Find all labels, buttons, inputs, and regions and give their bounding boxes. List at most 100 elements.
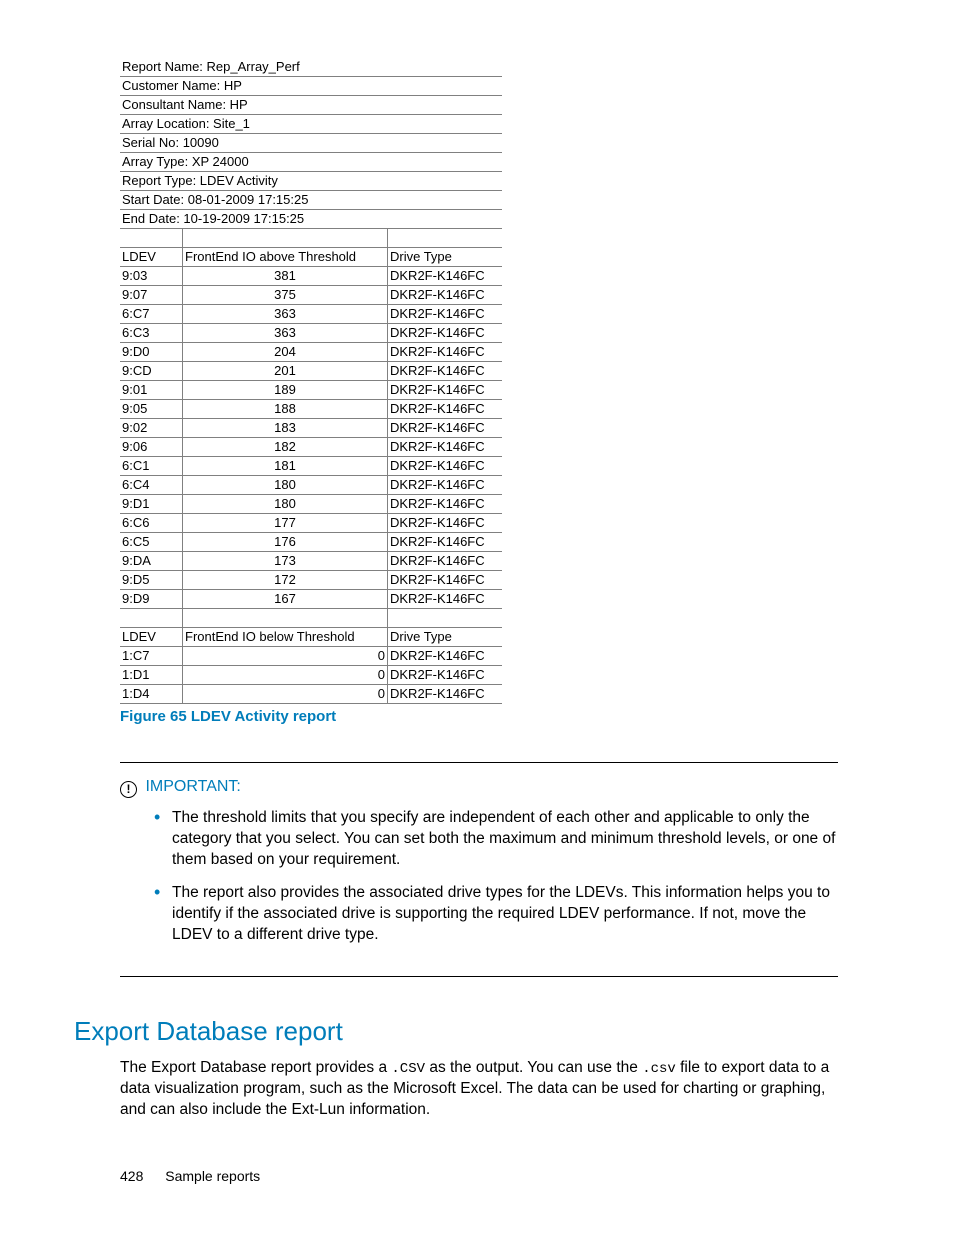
meta-blank [388, 115, 503, 134]
meta-cell: Report Type: LDEV Activity [120, 172, 388, 191]
ldev-cell: 9:02 [120, 419, 183, 438]
important-note: ! IMPORTANT: The threshold limits that y… [120, 778, 838, 958]
figure-caption: Figure 65 LDEV Activity report [120, 708, 336, 725]
important-icon: ! [120, 781, 137, 798]
value-cell: 381 [183, 267, 388, 286]
drive-cell: DKR2F-K146FC [388, 495, 503, 514]
drive-cell: DKR2F-K146FC [388, 647, 503, 666]
ldev-cell: 9:D0 [120, 343, 183, 362]
value-cell: 363 [183, 324, 388, 343]
col-header: LDEV [120, 248, 183, 267]
drive-cell: DKR2F-K146FC [388, 571, 503, 590]
drive-cell: DKR2F-K146FC [388, 666, 503, 685]
col-header: FrontEnd IO above Threshold [183, 248, 388, 267]
value-cell: 375 [183, 286, 388, 305]
meta-blank [388, 153, 503, 172]
ldev-cell: 9:01 [120, 381, 183, 400]
drive-cell: DKR2F-K146FC [388, 343, 503, 362]
table-cell [388, 229, 503, 248]
value-cell: 189 [183, 381, 388, 400]
important-item: The threshold limits that you specify ar… [154, 808, 838, 871]
table-cell [388, 609, 503, 628]
ldev-cell: 9:05 [120, 400, 183, 419]
meta-cell: Customer Name: HP [120, 77, 388, 96]
drive-cell: DKR2F-K146FC [388, 457, 503, 476]
value-cell: 173 [183, 552, 388, 571]
value-cell: 204 [183, 343, 388, 362]
drive-cell: DKR2F-K146FC [388, 552, 503, 571]
meta-cell: End Date: 10-19-2009 17:15:25 [120, 210, 388, 229]
value-cell: 172 [183, 571, 388, 590]
drive-cell: DKR2F-K146FC [388, 400, 503, 419]
footer-title: Sample reports [165, 1168, 260, 1184]
ldev-cell: 9:06 [120, 438, 183, 457]
ldev-cell: 9:D5 [120, 571, 183, 590]
drive-cell: DKR2F-K146FC [388, 685, 503, 704]
value-cell: 0 [183, 647, 388, 666]
ldev-cell: 9:DA [120, 552, 183, 571]
meta-blank [388, 172, 503, 191]
ldev-cell: 1:C7 [120, 647, 183, 666]
ldev-cell: 6:C5 [120, 533, 183, 552]
page-footer: 428 Sample reports [120, 1168, 260, 1184]
ldev-cell: 1:D4 [120, 685, 183, 704]
col-header: Drive Type [388, 628, 503, 647]
drive-cell: DKR2F-K146FC [388, 476, 503, 495]
ldev-cell: 6:C7 [120, 305, 183, 324]
meta-cell: Serial No: 10090 [120, 134, 388, 153]
meta-cell: Start Date: 08-01-2009 17:15:25 [120, 191, 388, 210]
table-cell [120, 229, 183, 248]
ldev-cell: 6:C4 [120, 476, 183, 495]
meta-cell: Consultant Name: HP [120, 96, 388, 115]
value-cell: 176 [183, 533, 388, 552]
ldev-cell: 9:D1 [120, 495, 183, 514]
col-header: FrontEnd IO below Threshold [183, 628, 388, 647]
meta-blank [388, 96, 503, 115]
meta-cell: Array Type: XP 24000 [120, 153, 388, 172]
meta-blank [388, 210, 503, 229]
value-cell: 180 [183, 495, 388, 514]
drive-cell: DKR2F-K146FC [388, 419, 503, 438]
drive-cell: DKR2F-K146FC [388, 324, 503, 343]
ldev-cell: 6:C6 [120, 514, 183, 533]
value-cell: 177 [183, 514, 388, 533]
meta-blank [388, 134, 503, 153]
ldev-cell: 9:D9 [120, 590, 183, 609]
value-cell: 363 [183, 305, 388, 324]
important-heading: ! IMPORTANT: [120, 778, 838, 798]
section-heading: Export Database report [74, 1016, 343, 1047]
important-item: The report also provides the associated … [154, 883, 838, 946]
value-cell: 182 [183, 438, 388, 457]
value-cell: 167 [183, 590, 388, 609]
page-number: 428 [120, 1168, 143, 1184]
meta-blank [388, 77, 503, 96]
ldev-report-table: Report Name: Rep_Array_PerfCustomer Name… [120, 58, 502, 704]
drive-cell: DKR2F-K146FC [388, 286, 503, 305]
code-literal: .CSV [391, 1061, 425, 1077]
drive-cell: DKR2F-K146FC [388, 590, 503, 609]
table-cell [120, 609, 183, 628]
ldev-cell: 9:03 [120, 267, 183, 286]
ldev-cell: 6:C1 [120, 457, 183, 476]
divider-bottom [120, 976, 838, 977]
drive-cell: DKR2F-K146FC [388, 381, 503, 400]
drive-cell: DKR2F-K146FC [388, 514, 503, 533]
ldev-cell: 1:D1 [120, 666, 183, 685]
important-list: The threshold limits that you specify ar… [154, 808, 838, 946]
table-cell [183, 609, 388, 628]
important-label: IMPORTANT: [145, 778, 240, 795]
value-cell: 0 [183, 685, 388, 704]
value-cell: 183 [183, 419, 388, 438]
para-text: The Export Database report provides a [120, 1059, 391, 1076]
col-header: Drive Type [388, 248, 503, 267]
drive-cell: DKR2F-K146FC [388, 438, 503, 457]
code-literal: .csv [642, 1061, 676, 1077]
value-cell: 180 [183, 476, 388, 495]
value-cell: 201 [183, 362, 388, 381]
col-header: LDEV [120, 628, 183, 647]
section-paragraph: The Export Database report provides a .C… [120, 1058, 838, 1121]
meta-blank [388, 191, 503, 210]
ldev-cell: 9:07 [120, 286, 183, 305]
table-cell [183, 229, 388, 248]
drive-cell: DKR2F-K146FC [388, 362, 503, 381]
